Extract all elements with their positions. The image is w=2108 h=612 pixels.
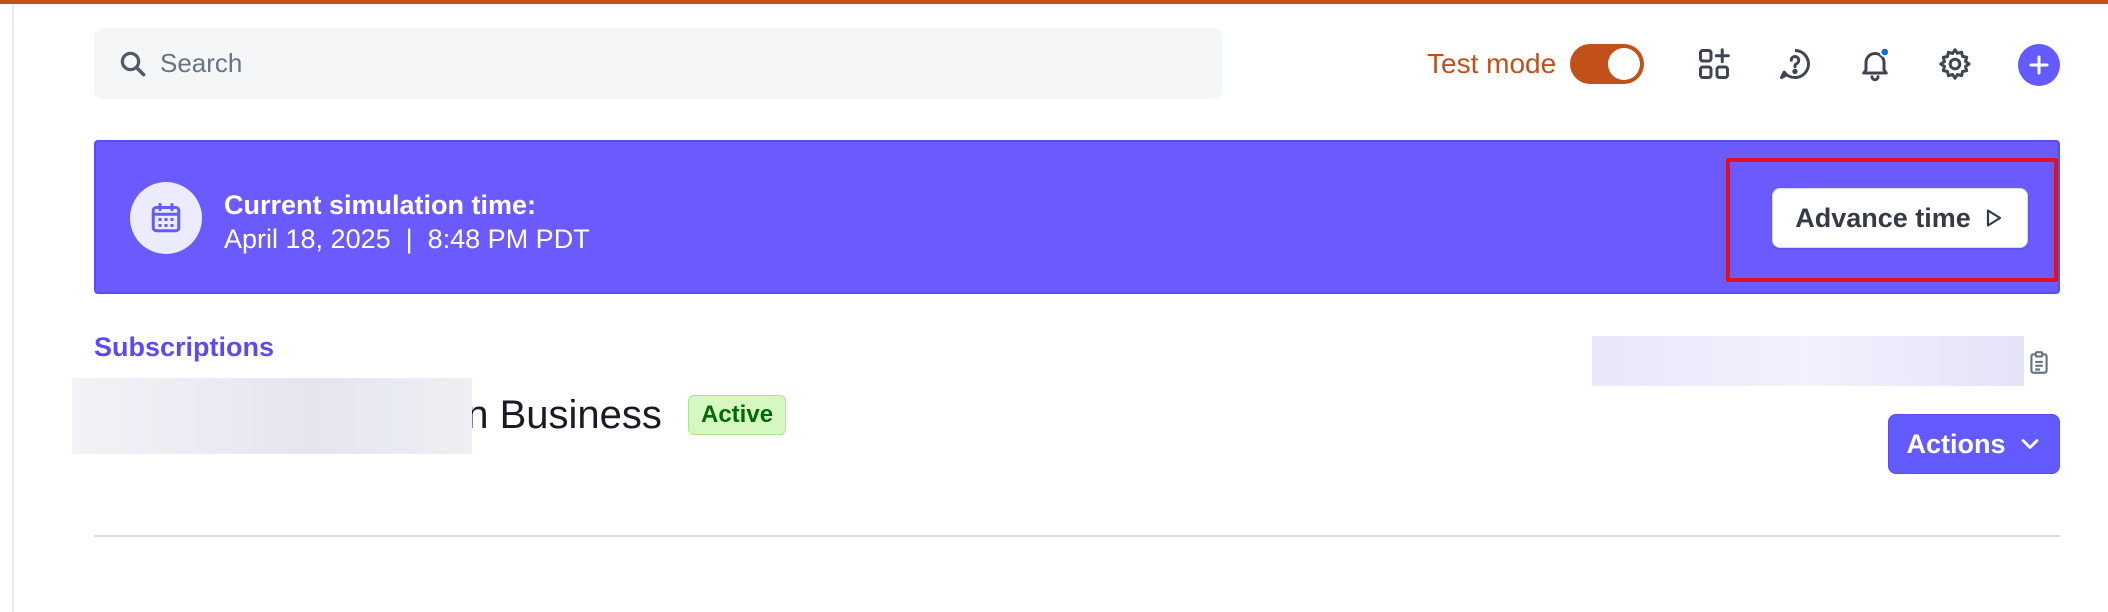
toggle-knob <box>1608 48 1641 80</box>
simulation-time: Current simulation time: April 18, 2025 … <box>224 188 590 256</box>
bell-icon <box>1862 46 1890 82</box>
gear-icon <box>1939 48 1971 80</box>
create-button[interactable] <box>2018 44 2060 86</box>
calendar-icon <box>151 203 181 233</box>
play-icon <box>1986 209 2001 227</box>
help-icon <box>1780 49 1810 79</box>
test-mode-top-bar <box>0 0 2108 4</box>
apps-add-icon <box>1699 48 1730 79</box>
search-icon <box>120 51 146 76</box>
apps-button[interactable] <box>1694 44 1734 84</box>
status-badge: Active <box>688 395 787 435</box>
redacted-subscription-id <box>1592 336 2024 386</box>
left-divider <box>12 4 14 612</box>
search-placeholder: Search <box>160 48 243 78</box>
simulation-time-value: April 18, 2025 | 8:48 PM PDT <box>224 224 590 254</box>
advance-time-label: Advance time <box>1795 202 1971 233</box>
section-divider <box>94 535 2060 537</box>
redacted-customer-name <box>72 378 472 454</box>
notifications-button[interactable] <box>1855 44 1895 84</box>
plus-icon <box>2029 55 2049 75</box>
advance-time-button[interactable]: Advance time <box>1772 188 2028 248</box>
actions-button[interactable]: Actions <box>1888 414 2060 474</box>
simulation-time-title: Current simulation time: <box>224 190 537 220</box>
breadcrumb-subscriptions[interactable]: Subscriptions <box>94 332 274 363</box>
actions-label: Actions <box>1906 428 2006 459</box>
chevron-down-icon <box>2021 439 2038 449</box>
subscription-title: on Business <box>444 393 662 437</box>
test-mode-label: Test mode <box>1427 48 1557 79</box>
calendar-badge <box>130 182 202 254</box>
search-input[interactable]: Search <box>94 28 1222 99</box>
test-mode-toggle[interactable] <box>1570 44 1645 84</box>
help-button[interactable] <box>1775 44 1815 84</box>
test-mode-control: Test mode <box>1427 44 1645 84</box>
clipboard-icon[interactable] <box>2026 350 2052 376</box>
settings-button[interactable] <box>1935 44 1975 84</box>
